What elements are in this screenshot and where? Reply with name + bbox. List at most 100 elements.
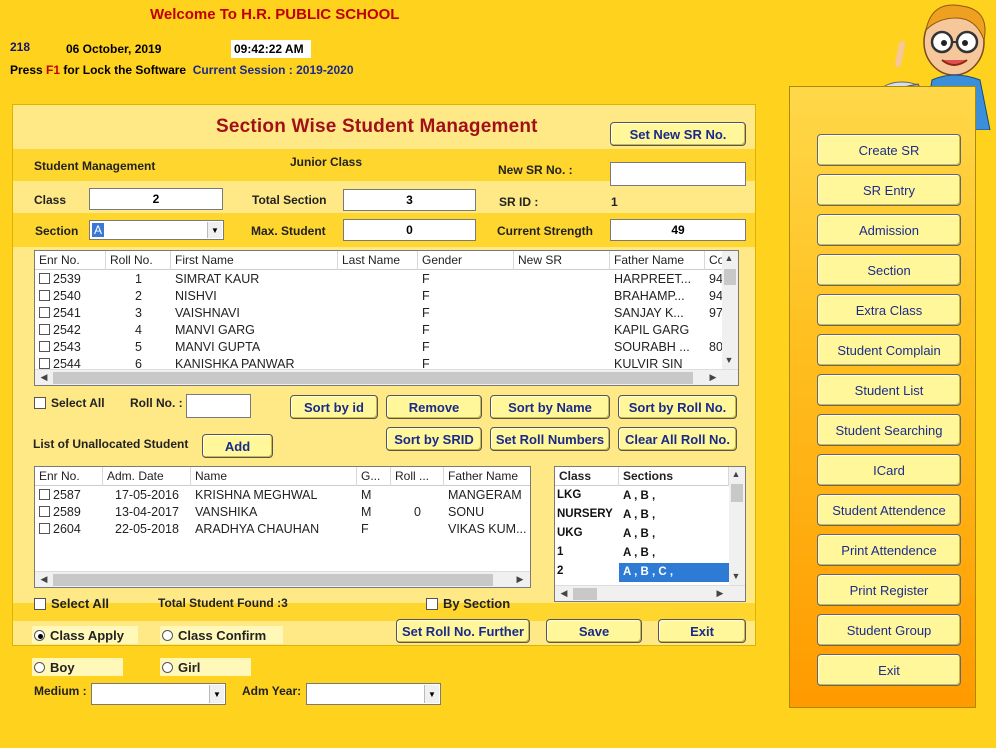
row-checkbox-icon[interactable] (39, 324, 50, 335)
unallocated-hscroll[interactable]: ◀ ▶ (35, 571, 530, 587)
col-gender[interactable]: Gender (418, 251, 514, 270)
col-sections[interactable]: Sections (619, 467, 729, 486)
col-roll-no[interactable]: Roll No. (106, 251, 171, 270)
scroll-down-icon[interactable]: ▼ (729, 571, 743, 581)
scroll-thumb[interactable] (731, 484, 743, 502)
hscroll-thumb[interactable] (53, 574, 493, 586)
radio-icon[interactable] (162, 629, 173, 641)
nav-student-searching-button[interactable]: Student Searching (817, 414, 961, 446)
checkbox-icon[interactable] (34, 397, 46, 409)
col-class[interactable]: Class (555, 467, 619, 486)
list-item[interactable]: LKG A , B , (555, 487, 729, 506)
row-checkbox-icon[interactable] (39, 523, 50, 534)
nav-student-list-button[interactable]: Student List (817, 374, 961, 406)
save-button[interactable]: Save (546, 619, 642, 643)
class-sections-hscroll[interactable]: ◀ ▶ (555, 585, 745, 601)
remove-button[interactable]: Remove (386, 395, 482, 419)
nav-student-attendence-button[interactable]: Student Attendence (817, 494, 961, 526)
sort-by-name-button[interactable]: Sort by Name (490, 395, 610, 419)
chevron-down-icon[interactable]: ▼ (209, 685, 224, 703)
unallocated-grid[interactable]: Enr No. Adm. Date Name G... Roll ... Fat… (34, 466, 531, 588)
hscroll-thumb[interactable] (573, 588, 597, 600)
class-sections-vscroll[interactable]: ▲ ▼ (729, 467, 745, 585)
scroll-up-icon[interactable]: ▲ (729, 469, 743, 479)
col-new-sr[interactable]: New SR (514, 251, 610, 270)
nav-print-register-button[interactable]: Print Register (817, 574, 961, 606)
col-gender[interactable]: G... (357, 467, 391, 486)
chevron-down-icon[interactable]: ▼ (424, 685, 439, 703)
col-father-name[interactable]: Father Name (444, 467, 530, 486)
students-hscroll[interactable]: ◀ ▶ (35, 369, 738, 385)
scroll-left-icon[interactable]: ◀ (557, 588, 571, 599)
scroll-down-icon[interactable]: ▼ (722, 355, 736, 365)
new-sr-input[interactable] (610, 162, 746, 186)
radio-icon[interactable] (34, 661, 45, 673)
col-enr-no[interactable]: Enr No. (35, 251, 106, 270)
scroll-up-icon[interactable]: ▲ (722, 253, 736, 263)
nav-extra-class-button[interactable]: Extra Class (817, 294, 961, 326)
col-enr-no[interactable]: Enr No. (35, 467, 103, 486)
boy-radio[interactable]: Boy (32, 658, 123, 676)
table-row[interactable]: 2543 5 MANVI GUPTA F SOURABH ... 80 (35, 339, 738, 356)
select-all-checkbox[interactable]: Select All (34, 396, 105, 410)
col-name[interactable]: Name (191, 467, 357, 486)
students-vscroll[interactable]: ▲ ▼ (722, 251, 738, 369)
row-checkbox-icon[interactable] (39, 358, 50, 369)
table-row[interactable]: 2604 22-05-2018 ARADHYA CHAUHAN F VIKAS KUM.… (35, 521, 530, 538)
students-grid[interactable]: Enr No. Roll No. First Name Last Name Ge… (34, 250, 739, 386)
row-checkbox-icon[interactable] (39, 307, 50, 318)
nav-admission-button[interactable]: Admission (817, 214, 961, 246)
nav-section-button[interactable]: Section (817, 254, 961, 286)
sort-by-roll-button[interactable]: Sort by Roll No. (618, 395, 737, 419)
radio-icon[interactable] (162, 661, 173, 673)
class-apply-radio[interactable]: Class Apply (32, 626, 138, 644)
nav-create-sr-button[interactable]: Create SR (817, 134, 961, 166)
col-adm-date[interactable]: Adm. Date (103, 467, 191, 486)
roll-no-input[interactable] (186, 394, 251, 418)
sort-by-srid-button[interactable]: Sort by SRID (386, 427, 482, 451)
clear-all-roll-button[interactable]: Clear All Roll No. (618, 427, 737, 451)
col-father-name[interactable]: Father Name (610, 251, 705, 270)
table-row[interactable]: 2587 17-05-2016 KRISHNA MEGHWAL M MANGERAM (35, 487, 530, 504)
table-row[interactable]: 2589 13-04-2017 VANSHIKA M 0 SONU (35, 504, 530, 521)
adm-year-select[interactable]: ▼ (306, 683, 441, 705)
scroll-right-icon[interactable]: ▶ (513, 574, 527, 585)
max-student-input[interactable]: 0 (343, 219, 476, 241)
col-last-name[interactable]: Last Name (338, 251, 418, 270)
table-row[interactable]: 2540 2 NISHVI F BRAHAMP... 94 (35, 288, 738, 305)
add-button[interactable]: Add (202, 434, 273, 458)
class-sections-grid[interactable]: Class Sections LKG A , B , NURSERY A , B ,U… (554, 466, 746, 602)
by-section-checkbox[interactable]: By Section (426, 596, 510, 611)
sort-by-id-button[interactable]: Sort by id (290, 395, 378, 419)
class-confirm-radio[interactable]: Class Confirm (160, 626, 283, 644)
set-new-sr-button[interactable]: Set New SR No. (610, 122, 746, 146)
set-roll-further-button[interactable]: Set Roll No. Further (396, 619, 530, 643)
list-item[interactable]: UKG A , B , (555, 525, 729, 544)
hscroll-thumb[interactable] (53, 372, 693, 384)
list-item[interactable]: 1 A , B , (555, 544, 729, 563)
class-input[interactable]: 2 (89, 188, 223, 210)
nav-exit-button[interactable]: Exit (817, 654, 961, 686)
row-checkbox-icon[interactable] (39, 290, 50, 301)
table-row[interactable]: 2542 4 MANVI GARG F KAPIL GARG (35, 322, 738, 339)
row-checkbox-icon[interactable] (39, 341, 50, 352)
scroll-right-icon[interactable]: ▶ (706, 372, 720, 383)
table-row[interactable]: 2539 1 SIMRAT KAUR F HARPREET... 94 (35, 271, 738, 288)
total-section-input[interactable]: 3 (343, 189, 476, 211)
col-first-name[interactable]: First Name (171, 251, 338, 270)
nav-print-attendence-button[interactable]: Print Attendence (817, 534, 961, 566)
nav-student-group-button[interactable]: Student Group (817, 614, 961, 646)
medium-select[interactable]: ▼ (91, 683, 226, 705)
nav-sr-entry-button[interactable]: SR Entry (817, 174, 961, 206)
girl-radio[interactable]: Girl (160, 658, 251, 676)
table-row[interactable]: 2541 3 VAISHNAVI F SANJAY K... 97 (35, 305, 738, 322)
scroll-right-icon[interactable]: ▶ (713, 588, 727, 599)
section-select[interactable]: A ▼ (89, 220, 224, 240)
row-checkbox-icon[interactable] (39, 489, 50, 500)
select-all-unallocated-checkbox[interactable]: Select All (34, 596, 109, 611)
list-item[interactable]: NURSERY A , B , (555, 506, 729, 525)
set-roll-numbers-button[interactable]: Set Roll Numbers (490, 427, 610, 451)
chevron-down-icon[interactable]: ▼ (207, 222, 222, 238)
col-roll[interactable]: Roll ... (391, 467, 444, 486)
row-checkbox-icon[interactable] (39, 506, 50, 517)
